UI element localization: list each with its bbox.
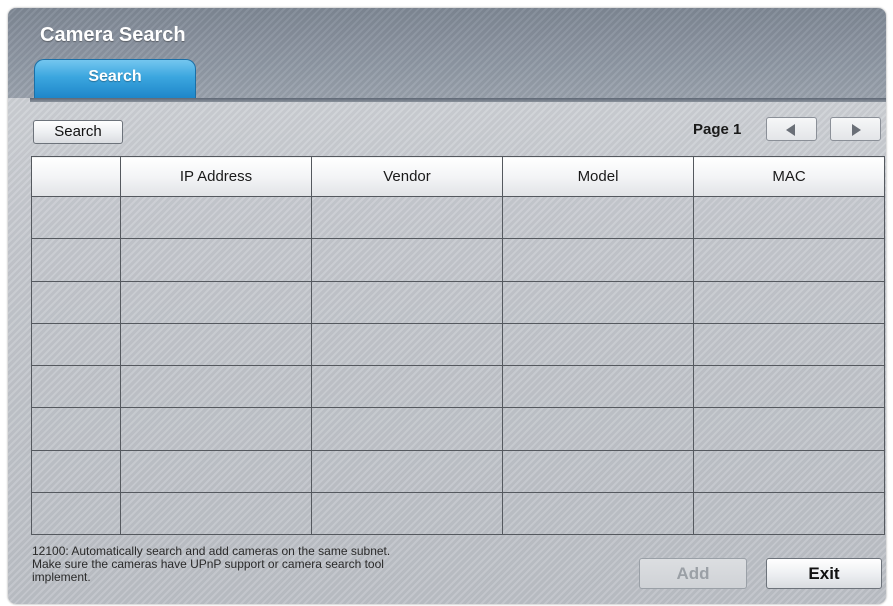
table-cell — [31, 195, 121, 240]
table-cell — [311, 491, 503, 536]
tab-divider — [30, 98, 886, 102]
table-cell — [120, 364, 312, 409]
table-cell — [693, 491, 885, 536]
table-cell — [311, 364, 503, 409]
column-header-index — [31, 156, 121, 197]
camera-search-window: Camera Search Search Search Page 1 IP Ad… — [8, 8, 886, 604]
table-cell — [693, 238, 885, 282]
table-cell — [311, 407, 503, 451]
table-cell — [502, 280, 694, 324]
column-header-model[interactable]: Model — [502, 156, 694, 197]
table-cell — [120, 238, 312, 282]
table-cell — [31, 322, 121, 367]
column-header-ip-address[interactable]: IP Address — [120, 156, 312, 197]
info-message: 12100: Automatically search and add came… — [32, 545, 502, 584]
table-cell — [31, 407, 121, 451]
table-cell — [311, 449, 503, 493]
table-row[interactable] — [31, 449, 885, 493]
column-header-mac[interactable]: MAC — [693, 156, 885, 197]
table-cell — [502, 195, 694, 240]
table-cell — [693, 322, 885, 367]
window-title: Camera Search — [40, 24, 186, 46]
table-cell — [693, 195, 885, 240]
table-cell — [31, 364, 121, 409]
table-cell — [311, 195, 503, 240]
table-cell — [31, 280, 121, 324]
window-header: Camera Search Search — [8, 8, 886, 98]
prev-page-button[interactable] — [766, 117, 817, 141]
table-row[interactable] — [31, 280, 885, 324]
table-cell — [120, 449, 312, 493]
exit-button[interactable]: Exit — [766, 558, 882, 589]
table-cell — [693, 449, 885, 493]
table-cell — [502, 364, 694, 409]
add-button[interactable]: Add — [639, 558, 747, 589]
table-row[interactable] — [31, 322, 885, 367]
camera-table: IP Address Vendor Model MAC — [31, 156, 885, 536]
table-row[interactable] — [31, 491, 885, 536]
next-page-button[interactable] — [830, 117, 881, 141]
table-cell — [120, 491, 312, 536]
table-row[interactable] — [31, 407, 885, 451]
table-cell — [31, 238, 121, 282]
table-cell — [693, 364, 885, 409]
table-cell — [311, 238, 503, 282]
table-cell — [502, 491, 694, 536]
tab-search[interactable]: Search — [34, 59, 196, 98]
search-button[interactable]: Search — [33, 120, 123, 144]
table-cell — [31, 491, 121, 536]
column-header-vendor[interactable]: Vendor — [311, 156, 503, 197]
table-header-row: IP Address Vendor Model MAC — [31, 156, 885, 197]
info-line: implement. — [32, 570, 91, 584]
table-cell — [120, 280, 312, 324]
table-row[interactable] — [31, 195, 885, 240]
table-cell — [311, 280, 503, 324]
table-cell — [311, 322, 503, 367]
table-cell — [693, 280, 885, 324]
table-cell — [502, 322, 694, 367]
table-cell — [502, 238, 694, 282]
table-cell — [502, 407, 694, 451]
table-cell — [693, 407, 885, 451]
info-line: Make sure the cameras have UPnP support … — [32, 557, 384, 571]
arrow-right-icon — [852, 124, 861, 136]
table-cell — [120, 322, 312, 367]
arrow-left-icon — [786, 124, 795, 136]
table-row[interactable] — [31, 238, 885, 282]
table-cell — [31, 449, 121, 493]
table-row[interactable] — [31, 364, 885, 409]
table-cell — [120, 195, 312, 240]
table-cell — [120, 407, 312, 451]
page-indicator: Page 1 — [693, 121, 742, 138]
table-cell — [502, 449, 694, 493]
